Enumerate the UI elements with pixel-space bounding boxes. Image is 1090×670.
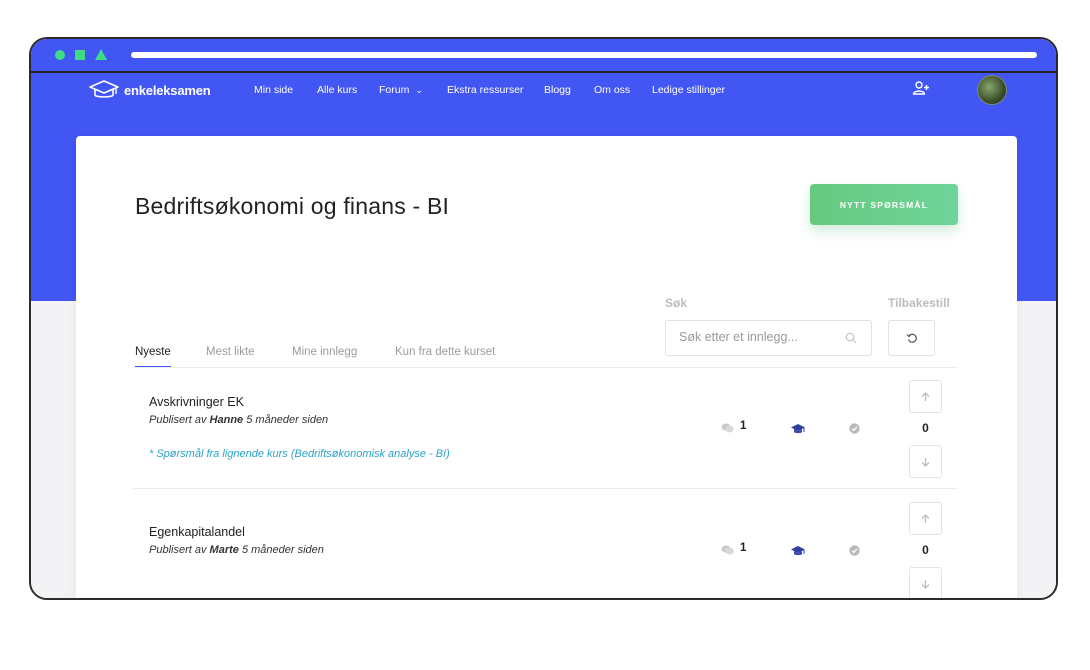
downvote-button[interactable]: [909, 567, 942, 598]
arrow-down-icon: [921, 457, 930, 467]
meta-prefix: Publisert av: [149, 544, 207, 556]
meta-prefix: Publisert av: [149, 414, 207, 426]
vote-count: 0: [922, 421, 929, 435]
graduation-cap-icon: [791, 546, 805, 556]
nav-min-side[interactable]: Min side: [254, 84, 293, 96]
page-title: Bedriftsøkonomi og finans - BI: [135, 193, 450, 219]
arrow-up-icon: [921, 391, 930, 401]
address-bar[interactable]: [131, 52, 1037, 58]
comment-count: 1: [740, 420, 747, 432]
arrow-up-icon: [921, 513, 930, 523]
post-author[interactable]: Marte: [210, 544, 239, 556]
divider: [133, 367, 958, 368]
refresh-icon: [906, 333, 917, 343]
post-time: 5 måneder siden: [246, 414, 329, 426]
post-meta: Publisert av Marte 5 måneder siden: [149, 544, 324, 556]
comments-icon: [721, 423, 734, 433]
similar-course-note[interactable]: * Spørsmål fra lignende kurs (Bedriftsøk…: [149, 448, 450, 460]
comments-icon: [721, 545, 734, 555]
forum-card: Bedriftsøkonomi og finans - BI NYTT SPØR…: [76, 136, 1017, 598]
brand-name: enkeleksamen: [124, 82, 211, 98]
nav-forum[interactable]: Forum ⌄: [379, 84, 423, 96]
new-question-button[interactable]: NYTT SPØRSMÅL: [810, 184, 958, 225]
divider: [133, 488, 958, 489]
vote-count: 0: [922, 543, 929, 557]
arrow-down-icon: [921, 579, 930, 589]
square-shape-icon: [75, 50, 85, 60]
post-time: 5 måneder siden: [241, 544, 324, 556]
nav-blogg[interactable]: Blogg: [544, 84, 571, 96]
top-navigation: enkeleksamen Min side Alle kurs Forum ⌄ E…: [31, 73, 1056, 103]
post-title[interactable]: Avskrivninger EK: [149, 395, 244, 409]
tab-mest-likte[interactable]: Mest likte: [206, 346, 255, 358]
window-titlebar: [31, 39, 1056, 73]
post-meta: Publisert av Hanne 5 måneder siden: [149, 414, 328, 426]
browser-window: enkeleksamen Min side Alle kurs Forum ⌄ E…: [29, 37, 1058, 600]
nav-forum-label: Forum: [379, 84, 410, 96]
downvote-button[interactable]: [909, 445, 942, 478]
post-title[interactable]: Egenkapitalandel: [149, 525, 245, 539]
reset-button[interactable]: [888, 320, 935, 356]
upvote-button[interactable]: [909, 502, 942, 535]
reset-label: Tilbakestill: [888, 296, 950, 310]
nav-ekstra-ressurser[interactable]: Ekstra ressurser: [447, 84, 523, 96]
nav-alle-kurs[interactable]: Alle kurs: [317, 84, 357, 96]
graduation-cap-icon: [791, 424, 805, 434]
tab-nyeste[interactable]: Nyeste: [135, 346, 171, 358]
search-field[interactable]: [665, 320, 872, 356]
post-author[interactable]: Hanne: [210, 414, 244, 426]
search-label: Søk: [665, 296, 688, 310]
nav-ledige-stillinger[interactable]: Ledige stillinger: [652, 84, 725, 96]
search-input[interactable]: [679, 330, 839, 344]
user-avatar[interactable]: [977, 75, 1007, 105]
verified-check-icon: [849, 545, 860, 556]
chevron-down-icon: ⌄: [415, 85, 423, 95]
tab-mine-innlegg[interactable]: Mine innlegg: [292, 346, 357, 358]
upvote-button[interactable]: [909, 380, 942, 413]
verified-check-icon: [849, 423, 860, 434]
circle-shape-icon: [55, 50, 65, 60]
nav-om-oss[interactable]: Om oss: [594, 84, 630, 96]
add-user-icon[interactable]: [912, 81, 930, 95]
brand-logo[interactable]: enkeleksamen: [88, 79, 211, 101]
search-icon[interactable]: [845, 332, 857, 344]
comment-count: 1: [740, 542, 747, 554]
graduation-cap-logo-icon: [89, 80, 119, 98]
tab-kun-fra-dette-kurset[interactable]: Kun fra dette kurset: [395, 346, 495, 358]
triangle-shape-icon: [95, 49, 107, 60]
